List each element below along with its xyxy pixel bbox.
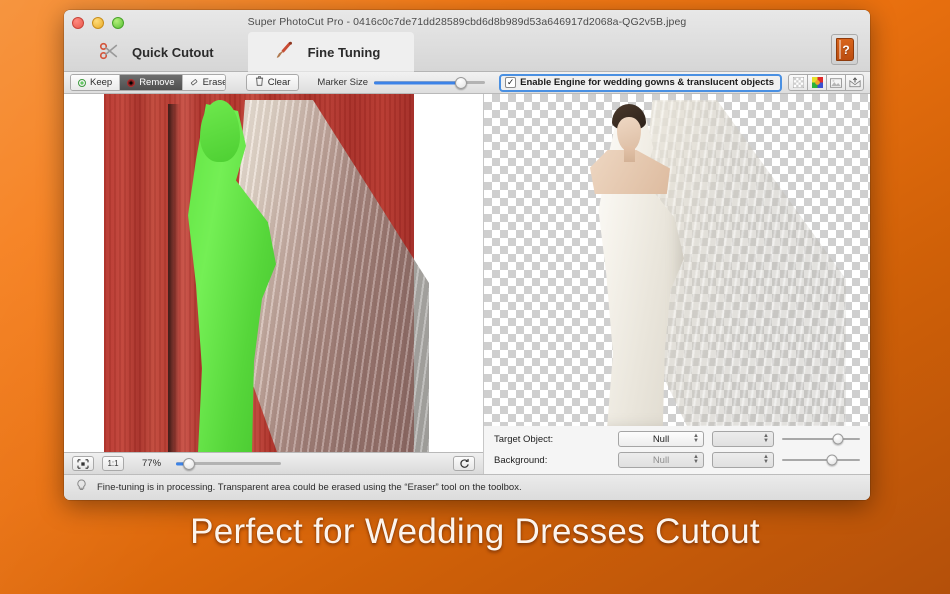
background-select[interactable]: Null ▲▼ <box>618 452 704 468</box>
preview-mode-buttons <box>788 74 864 91</box>
result-photo <box>536 98 836 426</box>
mode-remove-label: Remove <box>139 77 174 88</box>
background-label: Background: <box>494 455 584 466</box>
image-preview-icon[interactable] <box>826 74 845 91</box>
engine-checkbox-box[interactable]: ✓ <box>505 77 516 88</box>
target-object-slider-track <box>782 438 860 440</box>
mode-remove-button[interactable]: Remove <box>120 75 182 90</box>
marker-size-label: Marker Size <box>317 77 368 88</box>
source-canvas[interactable] <box>64 94 483 452</box>
actual-size-button[interactable]: 1:1 <box>102 456 124 471</box>
mode-keep-button[interactable]: Keep <box>71 75 120 90</box>
lightbulb-icon <box>76 479 87 497</box>
zoom-level-label: 77% <box>142 458 168 469</box>
target-object-select[interactable]: Null ▲▼ <box>618 431 704 447</box>
background-slider-thumb[interactable] <box>826 455 837 466</box>
promo-headline: Perfect for Wedding Dresses Cutout <box>0 512 950 552</box>
editor-content: 1:1 77% <box>64 94 870 474</box>
tab-quick-cutout-label: Quick Cutout <box>132 45 214 60</box>
marker-size-fill <box>374 81 461 84</box>
stepper-icon: ▲▼ <box>763 434 769 444</box>
marker-size-thumb[interactable] <box>455 77 467 89</box>
scissors-icon <box>98 40 120 65</box>
window-title: Super PhotoCut Pro - 0416c0c7de71dd28589… <box>64 16 870 28</box>
color-swatch-icon[interactable] <box>807 74 826 91</box>
param-row-background: Background: Null ▲▼ ▲▼ <box>494 452 860 468</box>
stepper-icon: ▲▼ <box>693 455 699 465</box>
eraser-icon <box>190 77 199 89</box>
result-head <box>610 104 648 164</box>
background-slider-track <box>782 459 860 461</box>
help-book-icon: ? <box>836 38 854 61</box>
export-icon[interactable] <box>845 74 864 91</box>
source-photo <box>104 94 414 452</box>
clear-button[interactable]: Clear <box>246 74 300 91</box>
marker-size-slider[interactable] <box>374 76 485 90</box>
zoom-bar: 1:1 77% <box>64 452 483 474</box>
titlebar: Super PhotoCut Pro - 0416c0c7de71dd28589… <box>64 10 870 72</box>
promo-backdrop: Super PhotoCut Pro - 0416c0c7de71dd28589… <box>0 0 950 594</box>
source-photo-shadow <box>168 104 180 452</box>
background-select-value: Null <box>653 455 669 466</box>
remove-dot-icon <box>127 79 135 87</box>
target-object-select-value: Null <box>653 434 669 445</box>
zoom-slider-thumb[interactable] <box>183 458 195 470</box>
result-canvas[interactable] <box>484 94 870 426</box>
mask-overlay-head <box>200 100 240 162</box>
fit-to-window-icon[interactable] <box>72 456 94 471</box>
param-panel: Target Object: Null ▲▼ ▲▼ <box>484 426 870 474</box>
mode-segmented-control: Keep Remove Erase <box>70 74 226 91</box>
result-pane: Target Object: Null ▲▼ ▲▼ <box>484 94 870 474</box>
paintbrush-icon <box>274 40 296 65</box>
status-bar: Fine-tuning is in processing. Transparen… <box>64 474 870 500</box>
engine-checkbox-label: Enable Engine for wedding gowns & transl… <box>520 77 774 88</box>
checker-preview-icon[interactable] <box>788 74 807 91</box>
refresh-icon[interactable] <box>453 456 475 471</box>
status-message: Fine-tuning is in processing. Transparen… <box>97 482 522 493</box>
stepper-icon: ▲▼ <box>693 434 699 444</box>
background-second-select[interactable]: ▲▼ <box>712 452 774 468</box>
target-object-slider[interactable] <box>782 432 860 446</box>
mode-erase-button[interactable]: Erase <box>183 75 226 90</box>
tab-bar: Quick Cutout Fine Tuning <box>72 32 414 72</box>
app-window: Super PhotoCut Pro - 0416c0c7de71dd28589… <box>64 10 870 500</box>
target-object-second-select[interactable]: ▲▼ <box>712 431 774 447</box>
param-row-target-object: Target Object: Null ▲▼ ▲▼ <box>494 431 860 447</box>
toolbar: Keep Remove Erase <box>64 72 870 94</box>
target-object-label: Target Object: <box>494 434 584 445</box>
engine-checkbox[interactable]: ✓ Enable Engine for wedding gowns & tran… <box>499 74 782 92</box>
source-pane: 1:1 77% <box>64 94 484 474</box>
help-button[interactable]: ? <box>831 34 858 65</box>
help-question-mark: ? <box>842 44 849 56</box>
mode-erase-label: Erase <box>203 77 226 88</box>
background-slider[interactable] <box>782 453 860 467</box>
tab-fine-tuning[interactable]: Fine Tuning <box>248 32 415 72</box>
target-object-slider-thumb[interactable] <box>833 434 844 445</box>
stepper-icon: ▲▼ <box>763 455 769 465</box>
result-neck <box>624 146 635 162</box>
clear-label: Clear <box>268 77 291 88</box>
zoom-slider[interactable] <box>176 457 281 471</box>
tab-quick-cutout[interactable]: Quick Cutout <box>72 32 248 72</box>
trash-icon <box>255 76 264 89</box>
keep-dot-icon <box>78 79 86 87</box>
tab-fine-tuning-label: Fine Tuning <box>308 45 381 60</box>
mode-keep-label: Keep <box>90 77 112 88</box>
